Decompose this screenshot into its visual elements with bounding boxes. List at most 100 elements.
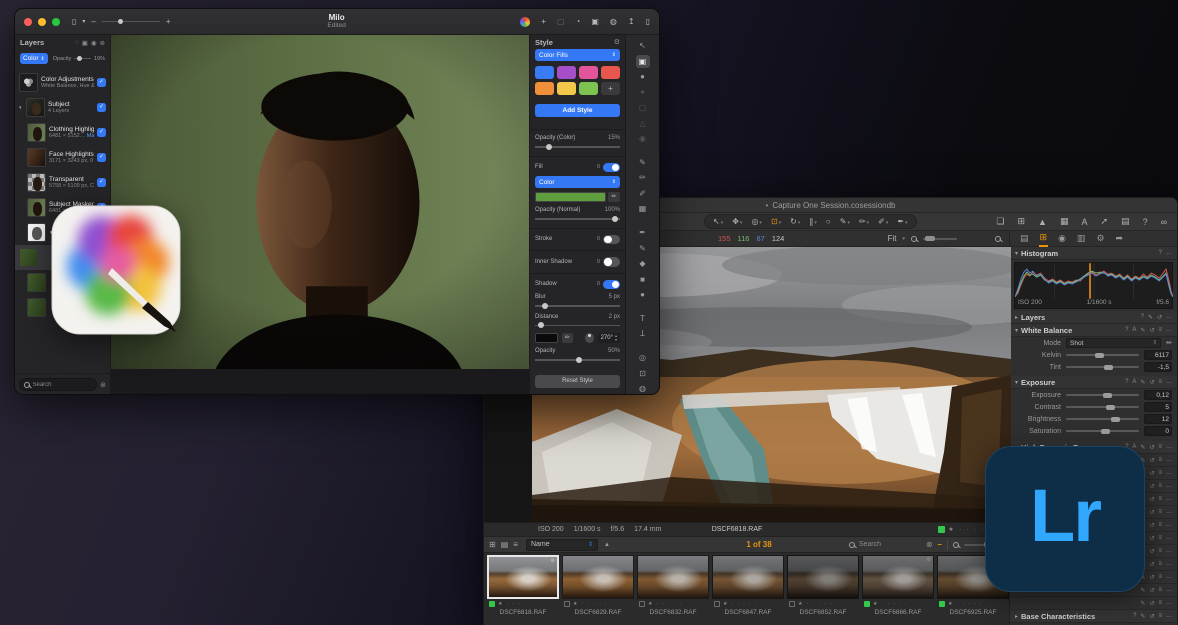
swatch-orange[interactable]	[535, 82, 554, 95]
preset-icon[interactable]: ≡	[1158, 483, 1162, 489]
more-icon[interactable]: …	[1166, 600, 1172, 606]
more-icon[interactable]: …	[1166, 470, 1172, 476]
shapes-tool-icon[interactable]: ✦	[636, 86, 650, 99]
lightroom-app-icon[interactable]: Lr	[985, 446, 1145, 592]
visibility-icon[interactable]: ◉	[91, 39, 97, 47]
browser-search[interactable]	[849, 541, 921, 548]
reset-icon[interactable]: ↺	[1149, 470, 1154, 477]
preset-icon[interactable]: ≡	[1158, 613, 1162, 620]
layer-visibility-checkbox[interactable]	[97, 78, 106, 87]
thumb-rating[interactable]: ★ ∙ ∙ ∙ ∙ ∙	[798, 601, 833, 607]
help-icon[interactable]: ?	[1125, 379, 1128, 386]
more-icon[interactable]: …	[1166, 535, 1172, 541]
layer-row[interactable]: Clothing Highlights6481 × 5152… Mask ›	[15, 120, 110, 145]
inner-shadow-toggle[interactable]	[603, 257, 620, 267]
sync-icon[interactable]: ◔	[576, 17, 581, 26]
help-icon[interactable]: ?	[1141, 314, 1144, 321]
pixelmator-app-icon[interactable]	[50, 204, 182, 338]
reset-icon[interactable]: ↺	[1149, 327, 1154, 334]
thumb-rating[interactable]: ★ ∙ ∙ ∙ ∙ ∙	[498, 601, 533, 607]
thumbnails-icon[interactable]: ▣	[82, 39, 88, 47]
thumb-rating[interactable]: ★ ∙ ∙ ∙ ∙ ∙	[648, 601, 683, 607]
edit-icon[interactable]: ✎	[1140, 613, 1145, 620]
reset-icon[interactable]: ↺	[1149, 613, 1154, 620]
preset-icon[interactable]: ≡	[1158, 522, 1162, 528]
thumb-rating[interactable]: ★ ∙ ∙ ∙ ∙ ∙	[573, 601, 608, 607]
color-tag-green[interactable]	[864, 601, 870, 607]
thumbnail-image[interactable]	[637, 555, 709, 599]
reset-style-button[interactable]: Reset Style	[535, 375, 620, 388]
reset-icon[interactable]: ↺	[1149, 574, 1154, 581]
more-icon[interactable]: …	[1166, 444, 1172, 451]
contrast-value[interactable]: 5	[1144, 402, 1172, 412]
layer-search-input[interactable]	[33, 382, 93, 388]
thumbnail[interactable]: ⚙ ★ ∙ ∙ ∙ ∙ ∙ DSCF6818.RAF	[487, 555, 559, 625]
fill-type-select[interactable]: Color ⇕	[535, 176, 620, 188]
reset-icon[interactable]: ↺	[1149, 535, 1154, 542]
tab-library[interactable]: ▤	[1019, 232, 1030, 246]
shadow-opacity-slider[interactable]	[535, 359, 620, 361]
thumbnail-image[interactable]	[787, 555, 859, 599]
select-tool-icon[interactable]: ▢	[636, 101, 650, 114]
reset-icon[interactable]: ↺	[1149, 379, 1154, 386]
layers-section-header[interactable]: ▸ Layers ? ✎ ↺ …	[1010, 311, 1177, 324]
swatch-red[interactable]	[601, 66, 620, 79]
kelvin-slider[interactable]	[1066, 354, 1139, 356]
focus-checker-icon[interactable]	[995, 236, 1001, 242]
color-tag-empty[interactable]	[564, 601, 570, 607]
preset-icon[interactable]: ≡	[1158, 535, 1162, 541]
help-icon[interactable]: ?	[1125, 327, 1128, 334]
more-icon[interactable]: ◍	[610, 17, 617, 26]
distance-slider[interactable]	[535, 325, 620, 327]
layer-row[interactable]: Color AdjustmentsWhite Balance, Hue & S…	[15, 70, 110, 95]
more-icon[interactable]: …	[1166, 522, 1172, 528]
warp-tool-icon[interactable]: △	[636, 117, 650, 130]
swatch-green[interactable]	[579, 82, 598, 95]
spot-tool[interactable]: ○	[826, 217, 831, 226]
auto-icon[interactable]: A	[1132, 379, 1136, 386]
thumbnail[interactable]: ★ ∙ ∙ ∙ ∙ ∙ DSCF6829.RAF	[562, 555, 634, 625]
more-icon[interactable]: …	[1166, 574, 1172, 580]
thumbnail-image[interactable]	[562, 555, 634, 599]
thumb-rating[interactable]: ★ ∙ ∙ ∙ ∙ ∙	[723, 601, 758, 607]
filmstrip-view-icon[interactable]: ≡	[513, 540, 518, 549]
white-balance-section-header[interactable]: ▾ White Balance ? A ✎ ↺ ≡ …	[1010, 324, 1177, 337]
base-characteristics-section-header[interactable]: ▸ Base Characteristics ? ✎ ↺ ≡ …	[1010, 610, 1177, 623]
more-icon[interactable]: …	[1166, 509, 1172, 515]
opacity-color-slider[interactable]	[535, 146, 620, 148]
reset-icon[interactable]: ↺	[1157, 314, 1162, 321]
reset-icon[interactable]: ↺	[1149, 600, 1154, 607]
zoom-level-select[interactable]: Fit	[888, 234, 897, 243]
crop-tool-icon[interactable]: ⊡	[636, 367, 650, 380]
preset-icon[interactable]: ≡	[1158, 587, 1162, 593]
zoom-button[interactable]	[52, 18, 60, 26]
filter-icon[interactable]: ◌	[75, 39, 79, 46]
color-tag-empty[interactable]	[714, 601, 720, 607]
color-tag-green[interactable]	[938, 526, 945, 533]
pencil-tool-icon[interactable]: ✏	[636, 171, 650, 184]
crop-icon[interactable]: ▢	[557, 17, 565, 26]
swatch-yellow[interactable]	[557, 82, 576, 95]
filter-clear-icon[interactable]: ⊗	[926, 540, 933, 549]
options-icon[interactable]: ⊛	[100, 39, 105, 47]
preset-icon[interactable]: ≡	[1158, 574, 1162, 580]
preset-icon[interactable]: ≡	[1158, 379, 1162, 386]
layer-row[interactable]: Face Highlights3171 × 3243 px, 0…	[15, 145, 110, 170]
reset-icon[interactable]: ↺	[1149, 509, 1154, 516]
exposure-value[interactable]: 0,12	[1144, 390, 1172, 400]
disclosure-icon[interactable]: ▾	[19, 105, 23, 111]
type-tool-icon[interactable]: T	[636, 312, 650, 325]
reset-icon[interactable]: ↺	[1149, 548, 1154, 555]
eraser-tool-icon[interactable]: ✐	[636, 187, 650, 200]
layer-filter-select[interactable]: Color ⇕	[20, 53, 48, 64]
tab-metadata[interactable]: ▥	[1076, 232, 1087, 246]
preset-icon[interactable]: ≡	[1158, 496, 1162, 502]
color-tool-icon[interactable]: ◍	[636, 382, 650, 395]
reset-icon[interactable]: ↺	[1149, 522, 1154, 529]
filter-minus-icon[interactable]: –	[938, 540, 942, 549]
edit-icon[interactable]: ✎	[1140, 444, 1145, 451]
zoom-tool-icon[interactable]: ◎	[636, 351, 650, 364]
help-icon[interactable]: ?	[1133, 613, 1136, 620]
shadow-angle-value[interactable]: 270°▴▾	[598, 333, 620, 343]
fill-toggle[interactable]	[603, 163, 620, 173]
